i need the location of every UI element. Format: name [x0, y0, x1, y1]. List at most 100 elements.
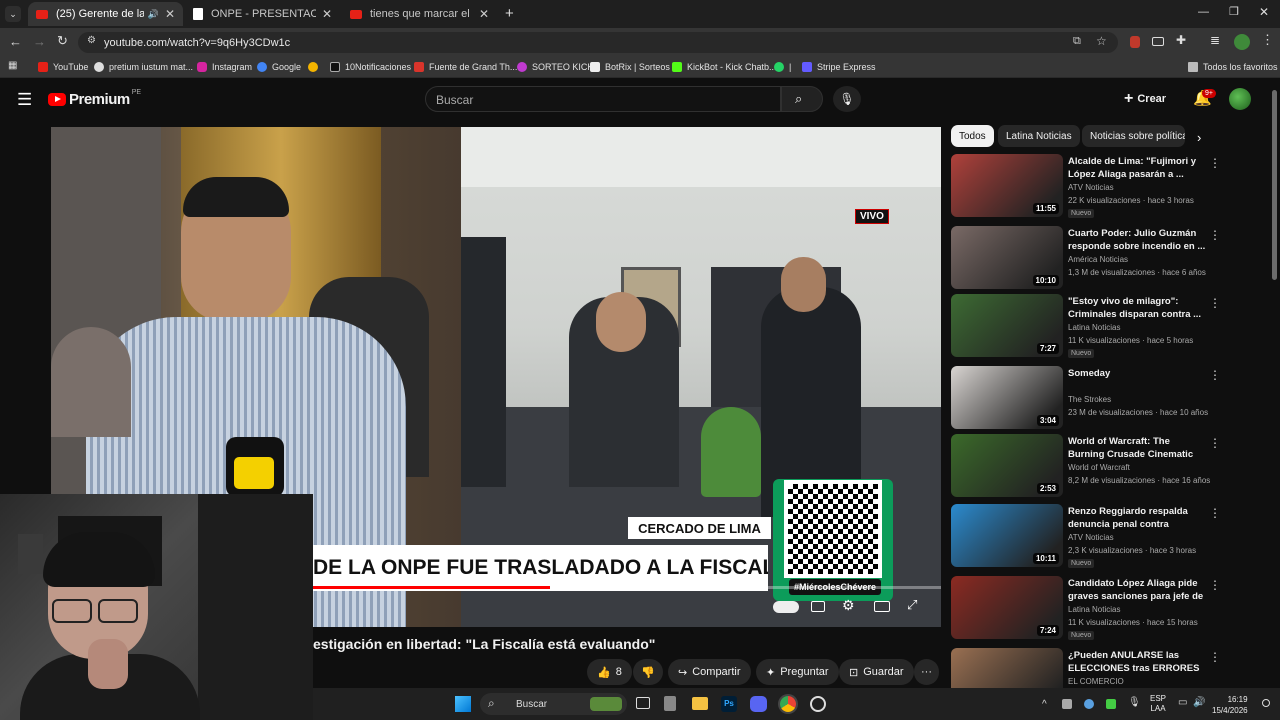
more-vertical-icon[interactable]: ⋮	[1209, 436, 1221, 450]
app-icon[interactable]	[664, 696, 676, 711]
app-red-icon[interactable]	[810, 696, 826, 712]
bookmark-instagram[interactable]: Instagram	[197, 58, 252, 76]
extensions-puzzle-icon[interactable]: ✚	[1176, 33, 1186, 47]
ask-button[interactable]: ✦ Preguntar	[756, 659, 839, 685]
channel-name[interactable]: ATV Noticias	[1068, 533, 1114, 542]
tray-mic-icon[interactable]: 🎙	[1128, 697, 1141, 708]
bookmark-colorful[interactable]	[308, 58, 323, 76]
tray-icon-1[interactable]	[1062, 699, 1072, 709]
video-title[interactable]: Alcalde de Lima: "Fujimori y López Aliag…	[1068, 155, 1208, 181]
recommended-video-card[interactable]: 3:04 Someday The Strokes 23 M de visualizac…	[951, 366, 1271, 430]
channel-name[interactable]: América Noticias	[1068, 255, 1128, 264]
bookmark-botrix[interactable]: BotRix | Sorteos	[590, 58, 670, 76]
channel-name[interactable]: The Strokes	[1068, 395, 1111, 404]
video-title[interactable]: Cuarto Poder: Julio Guzmán responde sobr…	[1068, 227, 1208, 253]
recommended-video-card[interactable]: 7:27 "Estoy vivo de milagro": Criminales …	[951, 294, 1271, 358]
bookmark-x-notifications[interactable]: 10Notificaciones	[330, 58, 411, 76]
more-vertical-icon[interactable]: ⋮	[1209, 578, 1221, 592]
more-vertical-icon[interactable]: ⋮	[1209, 506, 1221, 520]
chip-latina-noticias[interactable]: Latina Noticias	[998, 125, 1080, 147]
create-button[interactable]: + Crear	[1124, 88, 1166, 110]
channel-name[interactable]: Latina Noticias	[1068, 605, 1120, 614]
channel-name[interactable]: World of Warcraft	[1068, 463, 1130, 472]
channel-name[interactable]: EL COMERCIO	[1068, 677, 1124, 686]
photoshop-icon[interactable]: Ps	[721, 696, 737, 712]
bookmark-google[interactable]: Google	[257, 58, 301, 76]
audio-icon[interactable]: 🔊	[148, 9, 159, 20]
bookmark-whatsapp[interactable]: |	[774, 58, 791, 76]
volume-icon[interactable]: 🔊	[1193, 697, 1205, 708]
bookmark-stripe[interactable]: Stripe Express	[802, 58, 876, 76]
theater-mode-icon[interactable]	[874, 601, 890, 612]
bookmark-youtube[interactable]: YouTube	[38, 58, 88, 76]
video-title[interactable]: Someday	[1068, 367, 1208, 380]
restore-icon[interactable]: ❐	[1229, 5, 1239, 18]
tab-onpe[interactable]: ONPE - PRESENTACIÓN DE RES ✕	[185, 2, 340, 26]
extension-icon[interactable]	[1152, 37, 1164, 46]
account-avatar[interactable]	[1229, 88, 1251, 110]
apps-grid-icon[interactable]: ▦	[8, 60, 17, 71]
chrome-icon[interactable]	[780, 696, 796, 712]
discord-icon[interactable]	[750, 696, 767, 712]
chrome-menu-icon[interactable]: ⋮	[1261, 32, 1274, 48]
new-tab-icon[interactable]: +	[505, 5, 514, 22]
more-vertical-icon[interactable]: ⋮	[1209, 650, 1221, 664]
chip-noticias-politica[interactable]: Noticias sobre política	[1082, 125, 1185, 147]
tray-chevron-icon[interactable]: ^	[1042, 699, 1047, 710]
file-explorer-icon[interactable]	[692, 697, 708, 710]
close-tab-icon[interactable]: ✕	[479, 7, 489, 21]
recommended-video-card[interactable]: 2:53 World of Warcraft: The Burning Crusa…	[951, 434, 1271, 498]
tray-icon-3[interactable]	[1106, 699, 1116, 709]
search-button[interactable]: ⌕	[781, 86, 823, 112]
recommended-video-card[interactable]: 11:55 Alcalde de Lima: "Fujimori y López …	[951, 154, 1271, 218]
tab-active[interactable]: (25) Gerente de la ONPE pu 🔊 ✕	[28, 2, 183, 26]
network-icon[interactable]: ▭	[1178, 697, 1187, 708]
bookmark-kickbot[interactable]: KickBot - Kick Chatb...	[672, 58, 777, 76]
like-button[interactable]: 👍 8	[587, 659, 632, 685]
clock[interactable]: 16:19 15/4/2026	[1212, 694, 1248, 716]
fullscreen-icon[interactable]: ⤢	[907, 597, 917, 613]
url-bar[interactable]: ⚙ youtube.com/watch?v=9q6Hy3CDw1c ⧉ ☆	[78, 32, 1118, 53]
back-icon[interactable]: ←	[9, 34, 22, 49]
tab-lapiz[interactable]: tienes que marcar el lapiz caraj ✕	[342, 2, 497, 26]
recommended-video-card[interactable]: 10:10 Cuarto Poder: Julio Guzmán responde…	[951, 226, 1271, 290]
profile-avatar[interactable]	[1234, 34, 1250, 50]
install-icon[interactable]: ⧉	[1073, 35, 1081, 48]
hamburger-menu-icon[interactable]: ☰	[17, 90, 32, 110]
video-title[interactable]: "Estoy vivo de milagro": Criminales disp…	[1068, 295, 1208, 321]
bookmark-sorteo-kick[interactable]: SORTEO KICK	[517, 58, 593, 76]
chip-todos[interactable]: Todos	[951, 125, 994, 147]
autoplay-toggle[interactable]	[773, 601, 799, 613]
tray-icon-2[interactable]	[1084, 699, 1094, 709]
notification-center-icon[interactable]	[1262, 699, 1270, 707]
more-vertical-icon[interactable]: ⋮	[1209, 228, 1221, 242]
windows-start-icon[interactable]	[455, 696, 471, 712]
site-info-icon[interactable]: ⚙	[87, 35, 96, 46]
media-controls-icon[interactable]: ≣	[1210, 33, 1220, 47]
recommended-video-card[interactable]: 7:24 Candidato López Aliaga pide graves s…	[951, 576, 1271, 640]
more-vertical-icon[interactable]: ⋮	[1209, 368, 1221, 382]
more-vertical-icon[interactable]: ⋮	[1209, 156, 1221, 170]
voice-search-button[interactable]: 🎙	[833, 86, 861, 112]
progress-bar-track[interactable]	[313, 586, 941, 589]
search-input[interactable]: Buscar	[425, 86, 781, 112]
subtitles-icon[interactable]	[811, 601, 825, 612]
channel-name[interactable]: Latina Noticias	[1068, 323, 1120, 332]
bookmark-gta[interactable]: Fuente de Grand Th...	[414, 58, 517, 76]
share-button[interactable]: ↪ Compartir	[668, 659, 751, 685]
close-tab-icon[interactable]: ✕	[322, 7, 332, 21]
reload-icon[interactable]: ↻	[57, 33, 68, 49]
video-title[interactable]: Renzo Reggiardo respalda denuncia penal …	[1068, 505, 1208, 532]
video-title[interactable]: World of Warcraft: The Burning Crusade C…	[1068, 435, 1208, 462]
extension-red-icon[interactable]	[1130, 36, 1140, 48]
close-tab-icon[interactable]: ✕	[165, 7, 175, 21]
forward-icon[interactable]: →	[33, 34, 46, 49]
video-title[interactable]: ¿Pueden ANULARSE las ELECCIONES tras ERR…	[1068, 649, 1208, 676]
chevron-right-icon[interactable]: ›	[1197, 130, 1201, 145]
all-bookmarks-folder[interactable]: Todos los favoritos	[1188, 58, 1278, 76]
recommended-video-card[interactable]: 10:11 Renzo Reggiardo respalda denuncia p…	[951, 504, 1271, 568]
video-title[interactable]: Candidato López Aliaga pide graves sanci…	[1068, 577, 1208, 604]
task-view-icon[interactable]	[636, 697, 650, 709]
more-vertical-icon[interactable]: ⋮	[1209, 296, 1221, 310]
tab-list-button[interactable]: ⌄	[5, 6, 21, 22]
